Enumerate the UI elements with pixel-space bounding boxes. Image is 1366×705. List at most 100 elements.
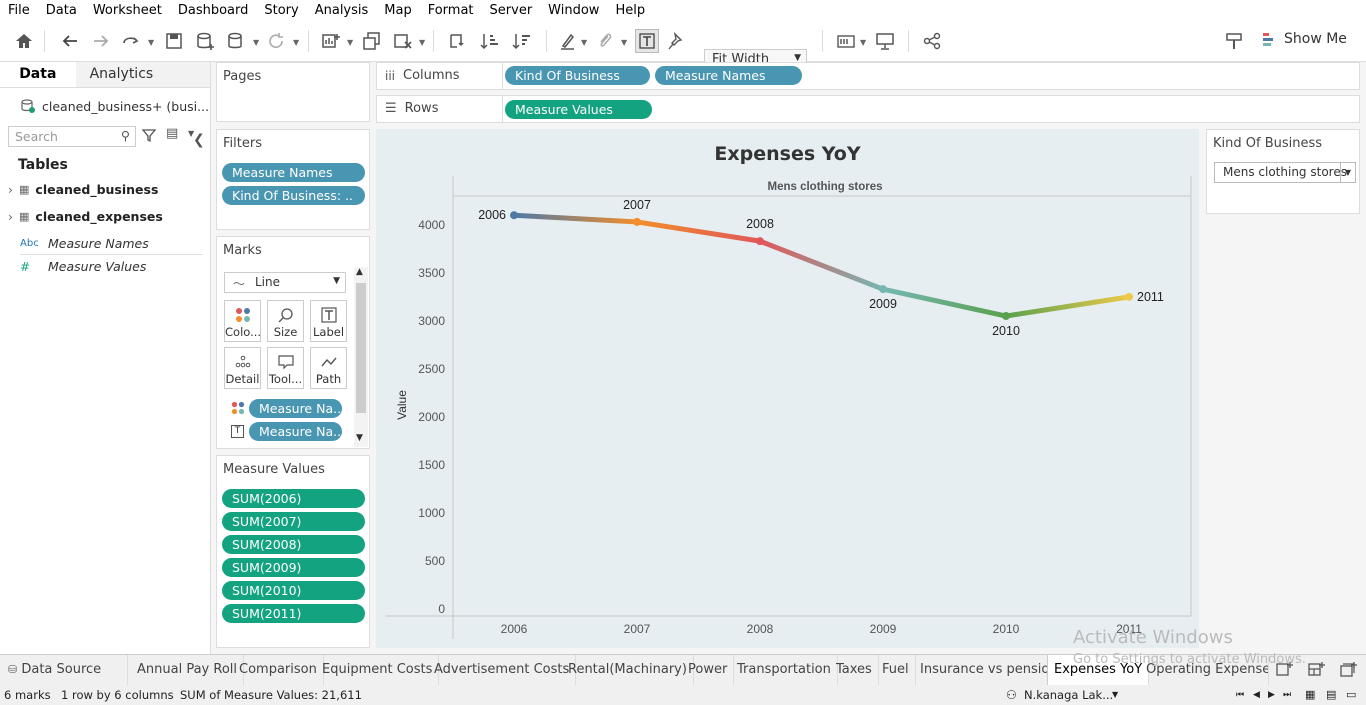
group-members-icon[interactable]	[593, 29, 617, 53]
chevron-up-icon[interactable]: ▲	[356, 267, 363, 277]
save-icon[interactable]	[162, 29, 186, 53]
marks-label-pill[interactable]: Measure Na..	[249, 422, 342, 441]
table-item[interactable]: › ▦ cleaned_business	[8, 182, 158, 197]
menu-help[interactable]: Help	[607, 3, 653, 18]
sheet-tab[interactable]: Equipment Costs	[316, 655, 440, 686]
sheet-tab[interactable]: Advertisement Costs	[428, 655, 577, 686]
chevron-down-icon[interactable]: ▼	[253, 38, 261, 47]
show-cards-icon[interactable]	[834, 29, 858, 53]
presentation-mode-icon[interactable]	[873, 29, 897, 53]
menu-map[interactable]: Map	[376, 3, 419, 18]
show-mark-labels-icon[interactable]	[635, 29, 659, 53]
menu-dashboard[interactable]: Dashboard	[170, 3, 257, 18]
chevron-right-icon[interactable]: ›	[8, 182, 13, 197]
chevron-down-icon[interactable]: ▼	[419, 38, 427, 47]
rows-shelf[interactable]: ☰ Rows Measure Values	[376, 95, 1360, 123]
datasource-item[interactable]: cleaned_business+ (busi...	[0, 88, 210, 118]
measure-pill[interactable]: SUM(2007)	[222, 512, 365, 531]
chevron-down-icon[interactable]: ▼	[621, 38, 629, 47]
chart-view[interactable]: Expenses YoY Mens clothing stores 0 500 100…	[376, 129, 1199, 648]
measure-pill[interactable]: SUM(2010)	[222, 581, 365, 600]
swap-icon[interactable]	[445, 29, 469, 53]
measure-pill[interactable]: SUM(2011)	[222, 604, 365, 623]
show-me-button[interactable]: Show Me	[1262, 31, 1347, 47]
measure-pill[interactable]: SUM(2006)	[222, 489, 365, 508]
sheet-tab[interactable]: Comparison	[233, 655, 324, 686]
refresh-icon[interactable]	[264, 29, 288, 53]
color-button[interactable]: Colo...	[224, 300, 261, 342]
tab-data[interactable]: Data	[0, 62, 76, 87]
rows-pill[interactable]: Measure Values	[505, 100, 652, 119]
chevron-down-icon[interactable]: ▼	[860, 38, 868, 47]
chevron-right-icon[interactable]: ›	[8, 209, 13, 224]
format-painter-icon[interactable]	[1222, 29, 1246, 53]
mark-type-select[interactable]: 〜 Line ▼	[224, 272, 346, 293]
sheet-tab[interactable]: Insurance vs pension	[914, 655, 1065, 686]
sort-ascending-icon[interactable]	[478, 29, 502, 53]
share-icon[interactable]	[920, 29, 944, 53]
menu-file[interactable]: File	[0, 3, 38, 18]
measure-pill[interactable]: SUM(2008)	[222, 535, 365, 554]
field-item[interactable]: # Measure Values	[20, 259, 146, 274]
replay-icon[interactable]	[119, 29, 143, 53]
menu-window[interactable]: Window	[540, 3, 607, 18]
chevron-down-icon[interactable]: ▼	[356, 433, 363, 443]
label-button[interactable]: Label	[310, 300, 347, 342]
menu-format[interactable]: Format	[420, 3, 482, 18]
previous-sheet-icon[interactable]: ◀	[1253, 690, 1260, 700]
search-input[interactable]: Search ⚲	[8, 126, 136, 147]
filmstrip-view-icon[interactable]: ▤	[1326, 688, 1336, 701]
menu-analysis[interactable]: Analysis	[307, 3, 377, 18]
menu-data[interactable]: Data	[38, 3, 85, 18]
next-sheet-icon[interactable]: ▶	[1268, 690, 1275, 700]
new-dashboard-icon[interactable]	[1308, 661, 1326, 682]
tab-analytics[interactable]: Analytics ❮	[75, 62, 210, 148]
sheet-tab[interactable]: Power	[682, 655, 735, 686]
path-button[interactable]: Path	[310, 347, 347, 389]
user-name[interactable]: N.kanaga Lak...	[1024, 688, 1113, 702]
undo-icon[interactable]	[58, 29, 82, 53]
filter-pill[interactable]: Kind Of Business: ..	[222, 186, 365, 205]
tab-view-icon[interactable]: ▭	[1346, 688, 1356, 701]
table-item[interactable]: › ▦ cleaned_expenses	[8, 209, 163, 224]
kind-of-business-select[interactable]: Mens clothing stores ▼	[1214, 162, 1356, 183]
detail-button[interactable]: Detail	[224, 347, 261, 389]
menu-worksheet[interactable]: Worksheet	[85, 3, 170, 18]
highlight-icon[interactable]	[556, 29, 580, 53]
grid-view-icon[interactable]: ▦	[1305, 688, 1315, 701]
chevron-down-icon[interactable]: ▼	[293, 38, 301, 47]
pause-datasource-icon[interactable]	[224, 29, 248, 53]
sheet-tab[interactable]: Annual Pay Roll	[131, 655, 244, 686]
chevron-down-icon[interactable]: ▼	[581, 38, 589, 47]
duplicate-icon[interactable]	[360, 29, 384, 53]
redo-icon[interactable]	[89, 29, 113, 53]
sheet-tab[interactable]: Rental(Machinary)	[562, 655, 694, 686]
clear-sheet-icon[interactable]	[391, 29, 415, 53]
size-button[interactable]: Size	[267, 300, 304, 342]
chevron-down-icon[interactable]: ▼	[347, 38, 355, 47]
marks-color-pill[interactable]: Measure Na..	[249, 399, 342, 418]
measure-pill[interactable]: SUM(2009)	[222, 558, 365, 577]
columns-shelf[interactable]: iii Columns Kind Of Business Measure Name…	[376, 62, 1360, 90]
new-story-icon[interactable]	[1340, 661, 1358, 682]
columns-pill[interactable]: Measure Names	[655, 66, 802, 85]
pages-card[interactable]: Pages	[216, 62, 370, 122]
fix-axes-icon[interactable]	[665, 29, 689, 53]
filter-icon[interactable]	[141, 127, 157, 146]
columns-pill[interactable]: Kind Of Business	[505, 66, 650, 85]
menu-server[interactable]: Server	[482, 3, 541, 18]
home-icon[interactable]	[12, 29, 36, 53]
sort-descending-icon[interactable]	[510, 29, 534, 53]
menu-story[interactable]: Story	[256, 3, 306, 18]
tooltip-button[interactable]: Tool...	[267, 347, 304, 389]
field-item[interactable]: Abc Measure Names	[20, 236, 149, 251]
new-datasource-icon[interactable]	[193, 29, 217, 53]
tab-data-source[interactable]: ⛁ Data Source	[0, 655, 128, 686]
line-chart[interactable]: Mens clothing stores 0 500 1000 1500 2000 2500…	[376, 129, 1199, 648]
chevron-down-icon[interactable]: ▼	[148, 38, 156, 47]
chevron-down-icon[interactable]: ▼	[188, 129, 194, 138]
new-worksheet-icon[interactable]	[319, 29, 343, 53]
scrollbar-thumb[interactable]	[356, 283, 366, 413]
chevron-down-icon[interactable]: ▼	[1112, 690, 1118, 699]
view-options-icon[interactable]: ▤	[166, 126, 178, 141]
